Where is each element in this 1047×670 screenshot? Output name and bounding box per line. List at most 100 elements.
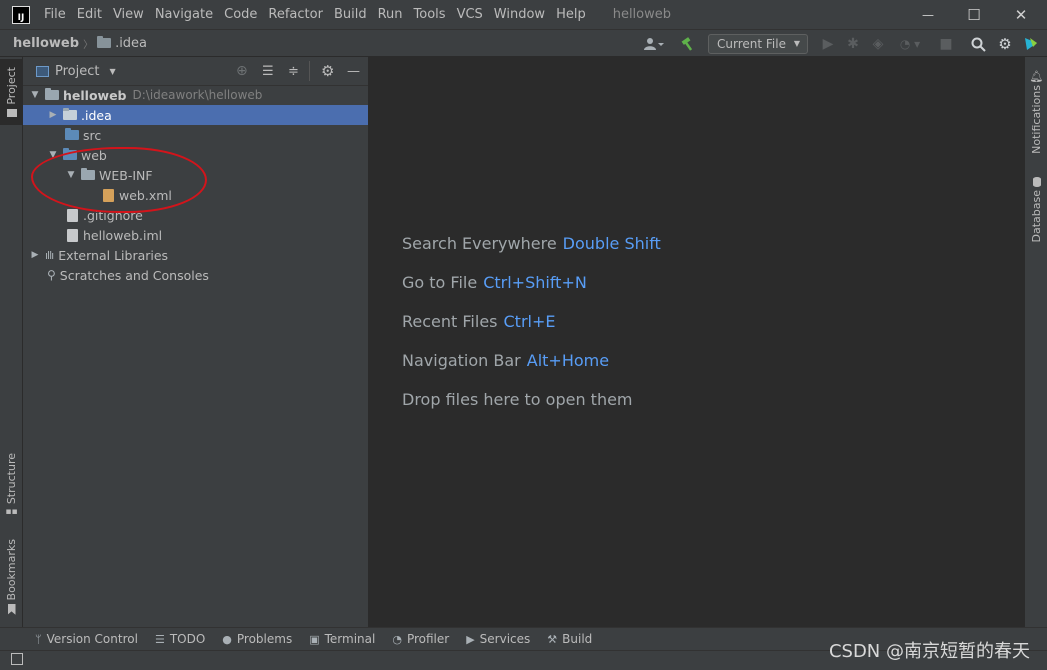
iml-file-icon [67, 228, 78, 242]
debug-icon[interactable]: ✱ [843, 30, 863, 58]
menu-navigate[interactable]: Navigate [155, 7, 213, 22]
tool-build[interactable]: ⚒ Build [547, 632, 592, 646]
tool-terminal[interactable]: ▣ Terminal [309, 632, 375, 646]
chevron-down-icon[interactable]: ▼ [109, 67, 115, 76]
tool-label: Services [479, 632, 531, 646]
profiler-icon: ◔ [392, 632, 402, 646]
database-icon [1032, 177, 1041, 188]
tool-label: Problems [236, 632, 293, 646]
breadcrumb-idea[interactable]: .idea [115, 36, 147, 51]
tab-project[interactable]: Project [0, 59, 23, 125]
profile-icon[interactable]: ◔ ▾ [894, 30, 926, 58]
minimize-icon: — [922, 7, 934, 22]
tool-services[interactable]: ▶ Services [466, 632, 530, 646]
tab-bookmarks[interactable]: Bookmarks [0, 535, 23, 619]
intellij-logo-icon[interactable]: IJ [12, 5, 30, 24]
tool-todo[interactable]: ☰ TODO [155, 632, 205, 646]
close-button[interactable]: ✕ [998, 0, 1044, 29]
breadcrumb-separator-icon: 〉 [83, 39, 94, 51]
chevron-down-icon[interactable]: ▼ [29, 90, 41, 100]
bookmark-icon [7, 603, 16, 615]
tool-label: Profiler [406, 632, 450, 646]
gear-icon[interactable]: ⚙ [321, 62, 334, 80]
jetbrains-toolbox-icon[interactable] [1020, 30, 1042, 58]
tree-row-scratches[interactable]: ⚲ Scratches and Consoles [23, 265, 368, 285]
tab-database[interactable]: Database [1025, 175, 1047, 245]
maximize-button[interactable]: ☐ [951, 0, 997, 29]
tool-label: TODO [169, 632, 206, 646]
user-icon[interactable] [640, 30, 668, 58]
tab-notifications[interactable]: 🔔︎ Notifications [1025, 67, 1047, 157]
breadcrumb-project[interactable]: helloweb [13, 36, 79, 51]
project-panel-title[interactable]: Project [55, 64, 99, 79]
services-icon: ▶ [466, 632, 475, 646]
list-icon: ☰ [154, 632, 165, 646]
tree-row-src[interactable]: src [23, 125, 368, 145]
tree-row-iml[interactable]: helloweb.iml [23, 225, 368, 245]
menu-refactor[interactable]: Refactor [268, 7, 323, 22]
menu-tools[interactable]: Tools [414, 7, 446, 22]
project-panel: Project ▼ ⊕ ☰ ≑ ⚙ — ▼ helloweb D:\ideawo… [23, 57, 369, 627]
hint-label: Search Everywhere [402, 234, 557, 253]
right-tool-strip: 🔔︎ Notifications Database [1024, 57, 1047, 627]
locate-icon[interactable]: ⊕ [236, 63, 248, 79]
libraries-icon: ıllı [45, 248, 54, 262]
tree-label: helloweb [63, 87, 127, 103]
editor-area[interactable]: Search Everywhere Double Shift Go to File… [369, 57, 1024, 627]
title-bar: IJ File Edit View Navigate Code Refactor… [0, 0, 1047, 29]
hint-shortcut: Ctrl+E [503, 312, 556, 331]
folder-icon [63, 108, 77, 120]
window-title: helloweb [612, 7, 671, 22]
tool-problems[interactable]: ● Problems [222, 632, 292, 646]
tool-label: Build [562, 632, 593, 646]
hint-shortcut: Alt+Home [526, 351, 610, 370]
layout-toggle-icon[interactable] [11, 653, 23, 665]
stop-icon[interactable]: ■ [936, 30, 956, 58]
hammer-icon: ⚒ [547, 632, 558, 646]
tool-label: Version Control [46, 632, 138, 646]
tree-row-helloweb[interactable]: ▼ helloweb D:\ideawork\helloweb [23, 85, 368, 105]
hint-go-to-file: Go to File Ctrl+Shift+N [402, 273, 587, 292]
search-icon[interactable] [967, 30, 989, 58]
project-panel-header: Project ▼ ⊕ ☰ ≑ ⚙ — [23, 57, 368, 86]
chevron-down-icon: ▼ [793, 39, 800, 48]
menu-edit[interactable]: Edit [77, 7, 102, 22]
menu-run[interactable]: Run [378, 7, 403, 22]
tab-notifications-label: Notifications [1030, 85, 1043, 154]
chevron-right-icon[interactable]: ▶ [29, 250, 41, 260]
hint-recent-files: Recent Files Ctrl+E [402, 312, 555, 331]
structure-icon: ▪▪ [5, 507, 18, 518]
menu-help[interactable]: Help [556, 7, 586, 22]
tool-version-control[interactable]: ᛘ Version Control [35, 632, 138, 646]
left-tool-strip: Project Structure ▪▪ Bookmarks [0, 57, 23, 627]
run-config-select[interactable]: Current File ▼ [708, 34, 808, 54]
expand-all-icon[interactable]: ☰ [262, 64, 274, 79]
menu-code[interactable]: Code [224, 7, 257, 22]
hide-panel-icon[interactable]: — [347, 64, 360, 79]
hint-shortcut: Ctrl+Shift+N [483, 273, 587, 292]
minimize-button[interactable]: — [905, 0, 951, 29]
run-icon[interactable]: ▶ [818, 30, 838, 58]
settings-gear-icon[interactable]: ⚙ [994, 30, 1016, 58]
menu-file[interactable]: File [44, 7, 66, 22]
hint-label: Go to File [402, 273, 478, 292]
tool-profiler[interactable]: ◔ Profiler [392, 632, 449, 646]
coverage-icon[interactable]: ◈ [868, 30, 888, 58]
tree-label: helloweb.iml [83, 227, 163, 243]
chevron-right-icon[interactable]: ▶ [47, 110, 59, 120]
tab-project-label: Project [5, 67, 18, 105]
menu-view[interactable]: View [113, 7, 144, 22]
tab-structure[interactable]: Structure ▪▪ [0, 449, 23, 521]
tab-bookmarks-label: Bookmarks [5, 539, 18, 601]
tree-row-external-libraries[interactable]: ▶ ıllı External Libraries [23, 245, 368, 265]
tree-row-idea[interactable]: ▶ .idea [23, 105, 368, 125]
tree-label: src [83, 127, 102, 143]
hammer-build-icon[interactable] [676, 30, 700, 58]
menu-build[interactable]: Build [334, 7, 367, 22]
scratches-icon: ⚲ [47, 268, 56, 282]
logo-text: IJ [17, 12, 25, 23]
menu-window[interactable]: Window [494, 7, 545, 22]
navigation-bar: helloweb 〉 .idea Current File ▼ ▶ ✱ ◈ ◔ … [0, 29, 1047, 57]
menu-vcs[interactable]: VCS [457, 7, 483, 22]
collapse-all-icon[interactable]: ≑ [288, 64, 299, 79]
